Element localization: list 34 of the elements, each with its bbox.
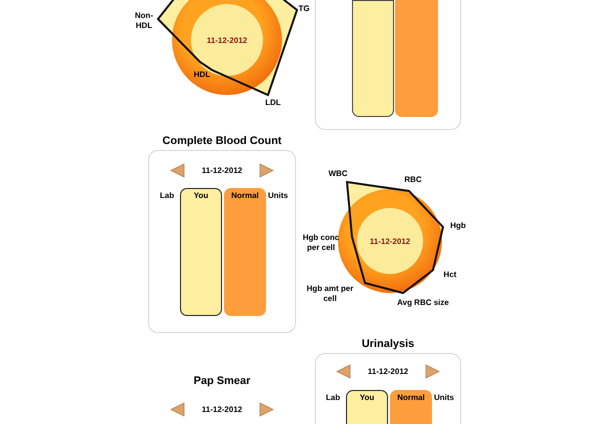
axis-label: RBC <box>403 175 423 185</box>
column-header: Lab <box>324 392 342 404</box>
axis-label: Avg RBC size <box>396 298 450 308</box>
section-title: Urinalysis <box>360 338 416 351</box>
axis-label: HDL <box>192 70 212 80</box>
axis-label: Hgb amt per cell <box>306 284 354 304</box>
column-header: Lab <box>158 190 176 202</box>
axis-label: Non-HDL <box>134 11 154 31</box>
chart-date: 11-12-2012 <box>368 236 412 248</box>
next-arrow-button[interactable] <box>259 402 274 417</box>
inner-circle <box>357 208 423 274</box>
section-title: Complete Blood Count <box>161 135 283 148</box>
section-title: Pap Smear <box>192 375 252 388</box>
previous-arrow-button[interactable] <box>336 364 351 379</box>
chart-date: 11-12-2012 <box>206 35 248 47</box>
axis-label: LDL <box>264 98 282 108</box>
inner-circle <box>191 4 263 76</box>
column-header: Units <box>267 190 289 202</box>
next-arrow-button[interactable] <box>259 163 274 178</box>
column-header: Units <box>433 392 455 404</box>
axis-label: TG <box>298 4 310 14</box>
axis-label: Hgb <box>449 221 467 231</box>
axis-label: Hct <box>442 270 458 280</box>
normal-column: Normal <box>224 188 266 316</box>
normal-column: Normal <box>390 390 432 424</box>
next-arrow-button[interactable] <box>425 364 440 379</box>
previous-arrow-button[interactable] <box>170 402 185 417</box>
axis-label: WBC <box>328 169 348 179</box>
you-column: You <box>180 188 222 316</box>
previous-arrow-button[interactable] <box>170 163 185 178</box>
date-label: 11-12-2012 <box>367 366 409 378</box>
date-label: 11-12-2012 <box>201 164 243 176</box>
you-column: You <box>346 390 388 424</box>
date-label: 11-12-2012 <box>201 404 243 416</box>
